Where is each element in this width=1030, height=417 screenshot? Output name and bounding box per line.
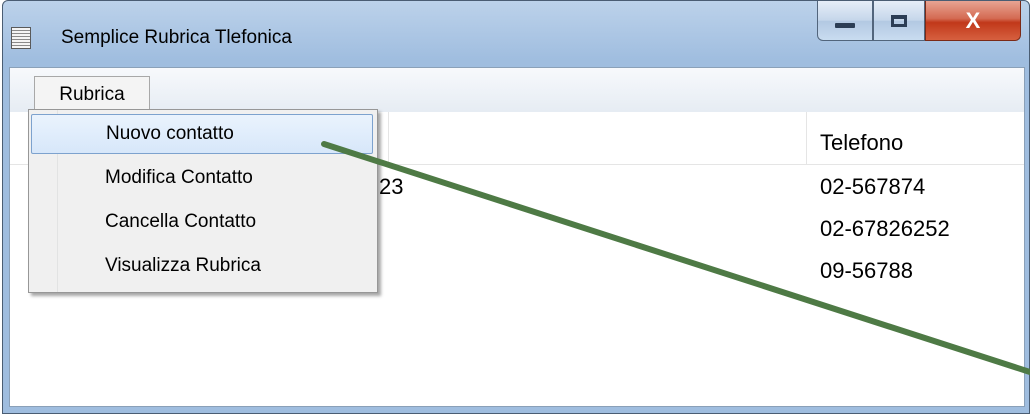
arrow-line [321,141,1030,375]
annotation-arrow [321,141,1030,375]
